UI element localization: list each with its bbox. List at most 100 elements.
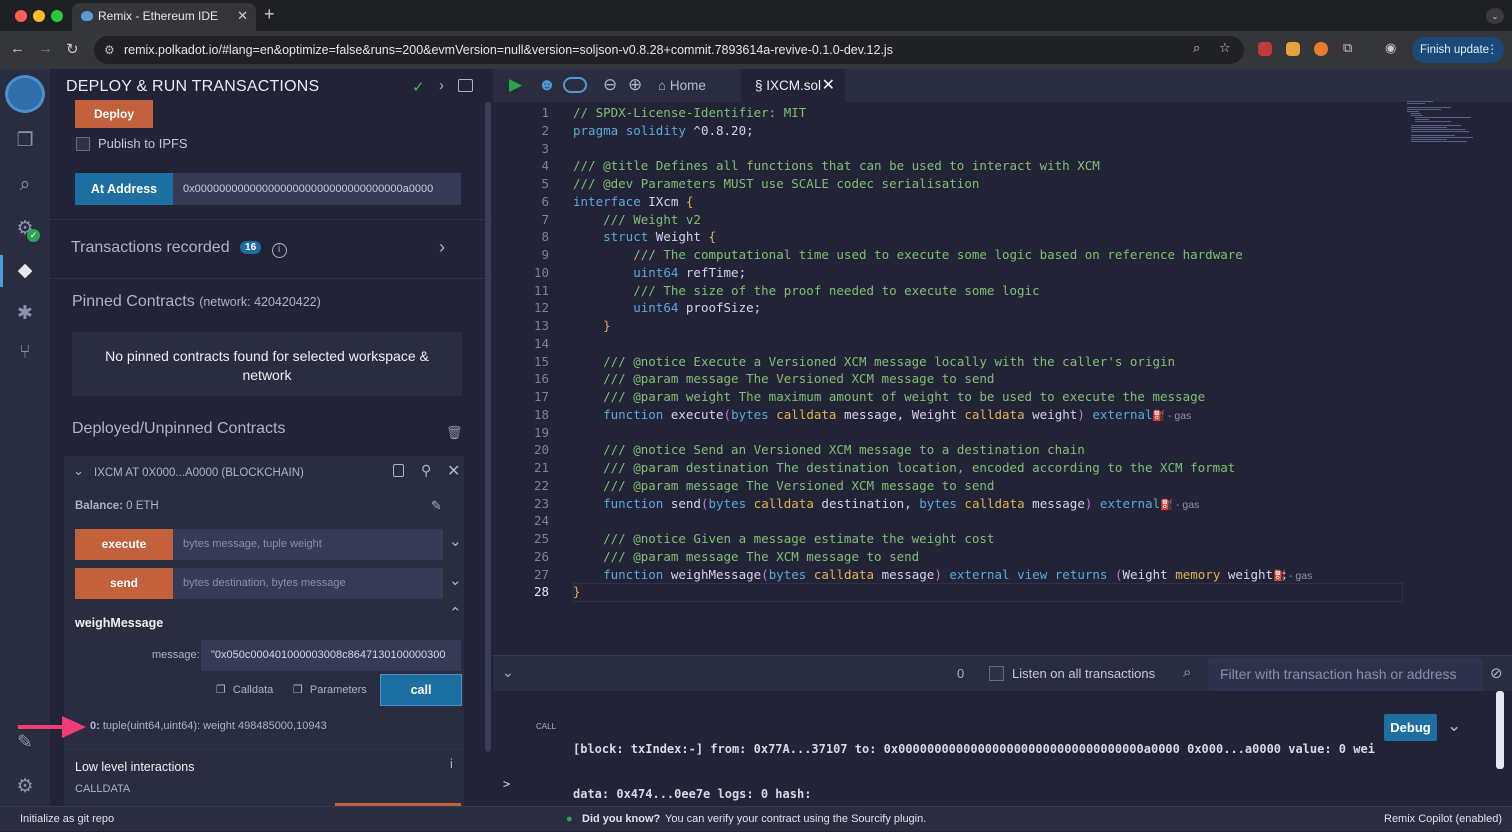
- chevron-right-icon[interactable]: ›: [439, 77, 444, 94]
- code-line[interactable]: /// @param message The XCM message to se…: [573, 549, 919, 564]
- terminal-search-icon[interactable]: ⌕: [1183, 664, 1191, 681]
- autocomplete-toggle-icon[interactable]: [563, 77, 587, 93]
- code-line[interactable]: /// @param message The Versioned XCM mes…: [573, 478, 994, 493]
- code-line[interactable]: function weighMessage(bytes calldata mes…: [573, 567, 1288, 582]
- code-line[interactable]: function send(bytes calldata destination…: [573, 496, 1168, 511]
- back-arrow-icon[interactable]: ←: [10, 40, 25, 57]
- code-minimap[interactable]: [1403, 99, 1493, 149]
- code-line[interactable]: /// @param message The Versioned XCM mes…: [573, 371, 994, 386]
- send-button[interactable]: send: [75, 568, 173, 599]
- remove-instance-icon[interactable]: ✕: [447, 461, 460, 481]
- copy-address-icon[interactable]: [393, 464, 404, 477]
- search-icon[interactable]: ⌕: [13, 173, 37, 197]
- profile-avatar-icon[interactable]: ◉: [1385, 40, 1396, 56]
- execute-button[interactable]: execute: [75, 529, 173, 560]
- zoom-out-icon[interactable]: ⊖: [603, 75, 617, 95]
- extensions-puzzle-icon[interactable]: ⧉: [1343, 40, 1352, 56]
- code-line[interactable]: /// @title Defines all functions that ca…: [573, 158, 1100, 173]
- code-line[interactable]: struct Weight {: [573, 229, 716, 244]
- debug-button[interactable]: Debug: [1384, 714, 1437, 741]
- tab-ixcm-sol[interactable]: § IXCM.sol ✕: [741, 69, 845, 102]
- edit-icon[interactable]: ✎: [431, 498, 442, 514]
- code-line[interactable]: uint64 proofSize;: [573, 300, 761, 315]
- collapse-terminal-icon[interactable]: ⌄: [502, 664, 514, 681]
- file-explorer-icon[interactable]: ❐: [13, 129, 37, 153]
- kebab-menu-icon[interactable]: ⋮: [1487, 37, 1499, 63]
- new-tab-button[interactable]: +: [264, 4, 275, 25]
- copy-calldata-button[interactable]: ❐ Calldata: [216, 683, 273, 696]
- deploy-button[interactable]: Deploy: [75, 100, 153, 128]
- code-line[interactable]: // SPDX-License-Identifier: MIT: [573, 105, 806, 120]
- code-line[interactable]: interface IXcm {: [573, 194, 693, 209]
- code-line[interactable]: /// The size of the proof needed to exec…: [573, 283, 1039, 298]
- init-git-link[interactable]: Initialize as git repo: [20, 807, 114, 831]
- code-line[interactable]: /// @dev Parameters MUST use SCALE codec…: [573, 176, 979, 191]
- run-script-play-icon[interactable]: ▶: [509, 75, 522, 95]
- ai-bot-icon[interactable]: ☻: [538, 75, 556, 95]
- transactions-chevron-right-icon[interactable]: ›: [439, 237, 445, 258]
- debugger-bug-icon[interactable]: ✱: [13, 302, 37, 326]
- code-area[interactable]: 1 // SPDX-License-Identifier: MIT 2 pragma …: [493, 102, 1512, 655]
- listen-all-checkbox[interactable]: [989, 666, 1004, 681]
- code-line[interactable]: }: [573, 318, 611, 333]
- transactions-recorded-label[interactable]: Transactions recorded 16 i: [71, 239, 287, 258]
- code-line[interactable]: /// The computational time used to execu…: [573, 247, 1243, 262]
- transaction-filter-input[interactable]: Filter with transaction hash or address: [1208, 658, 1483, 691]
- bookmark-star-icon[interactable]: ☆: [1219, 40, 1231, 56]
- panel-scrollbar[interactable]: [485, 102, 491, 752]
- trash-icon[interactable]: 🗑: [446, 425, 463, 441]
- execute-input[interactable]: bytes message, tuple weight: [173, 529, 443, 560]
- solidity-compiler-icon[interactable]: ⚙ ✓: [13, 217, 40, 242]
- execute-expand-chevron-icon[interactable]: ⌄: [449, 532, 462, 550]
- code-line[interactable]: /// Weight v2: [573, 212, 701, 227]
- message-input[interactable]: "0x050c000401000003008c8647130100000300: [201, 640, 461, 671]
- forward-arrow-icon[interactable]: →: [38, 40, 53, 57]
- zoom-in-icon[interactable]: ⊕: [628, 75, 642, 95]
- site-settings-icon[interactable]: ⚙: [104, 36, 115, 64]
- extension-fox-icon[interactable]: [1286, 42, 1300, 56]
- panel-layout-icon[interactable]: [458, 79, 473, 92]
- code-line[interactable]: function execute(bytes calldata message,…: [573, 407, 1160, 422]
- browser-tab[interactable]: Remix - Ethereum IDE ✕: [72, 3, 256, 31]
- close-tab-icon[interactable]: ✕: [237, 3, 248, 29]
- minimize-window-button[interactable]: [33, 10, 45, 22]
- low-level-info-icon[interactable]: i: [450, 756, 453, 771]
- tab-home[interactable]: ⌂ Home: [658, 69, 706, 102]
- collapse-chevron-icon[interactable]: ⌄: [73, 463, 84, 479]
- terminal-scrollbar[interactable]: [1496, 691, 1504, 769]
- code-line[interactable]: /// @notice Send an Versioned XCM messag…: [573, 442, 1085, 457]
- collapse-up-chevron-icon[interactable]: ⌃: [449, 604, 462, 622]
- close-file-tab-icon[interactable]: ✕: [822, 69, 835, 102]
- terminal-prompt[interactable]: >: [503, 777, 510, 791]
- zoom-magnifier-icon[interactable]: ⌕: [1193, 40, 1200, 56]
- code-line[interactable]: /// @param destination The destination l…: [573, 460, 1235, 475]
- deploy-run-icon[interactable]: ◆: [13, 259, 37, 283]
- at-address-button[interactable]: At Address: [75, 173, 173, 205]
- code-line[interactable]: uint64 refTime;: [573, 265, 746, 280]
- address-bar[interactable]: ⚙ remix.polkadot.io/#lang=en&optimize=fa…: [94, 36, 1244, 64]
- code-line[interactable]: pragma solidity ^0.8.20;: [573, 123, 754, 138]
- send-expand-chevron-icon[interactable]: ⌄: [449, 571, 462, 589]
- code-line[interactable]: /// @notice Execute a Versioned XCM mess…: [573, 354, 1175, 369]
- close-window-button[interactable]: [15, 10, 27, 22]
- remix-logo-icon[interactable]: [5, 75, 45, 113]
- at-address-input[interactable]: 0x0000000000000000000000000000000000a000…: [173, 173, 461, 205]
- pin-icon[interactable]: ⚲: [421, 462, 431, 479]
- extension-coin-icon[interactable]: [1314, 42, 1328, 56]
- code-line[interactable]: /// @param weight The maximum amount of …: [573, 389, 1205, 404]
- zoom-window-button[interactable]: [51, 10, 63, 22]
- git-branch-icon[interactable]: ⑂: [13, 341, 37, 365]
- publish-ipfs-checkbox[interactable]: [76, 137, 90, 151]
- copilot-status[interactable]: Remix Copilot (enabled): [1384, 807, 1502, 831]
- send-input[interactable]: bytes destination, bytes message: [173, 568, 443, 599]
- info-icon[interactable]: i: [271, 243, 287, 258]
- copy-parameters-button[interactable]: ❐ Parameters: [293, 683, 367, 696]
- contract-instance-name[interactable]: IXCM AT 0X000...A0000 (BLOCKCHAIN): [94, 467, 304, 479]
- code-line[interactable]: /// @notice Given a message estimate the…: [573, 531, 994, 546]
- extension-ladybug-icon[interactable]: [1258, 42, 1272, 56]
- call-button[interactable]: call: [380, 674, 462, 706]
- settings-gear-icon[interactable]: ⚙: [13, 775, 37, 799]
- reload-icon[interactable]: ↻: [66, 40, 79, 58]
- finish-update-button[interactable]: Finish update ⋮: [1412, 37, 1504, 63]
- clear-console-icon[interactable]: ⊘: [1490, 664, 1503, 682]
